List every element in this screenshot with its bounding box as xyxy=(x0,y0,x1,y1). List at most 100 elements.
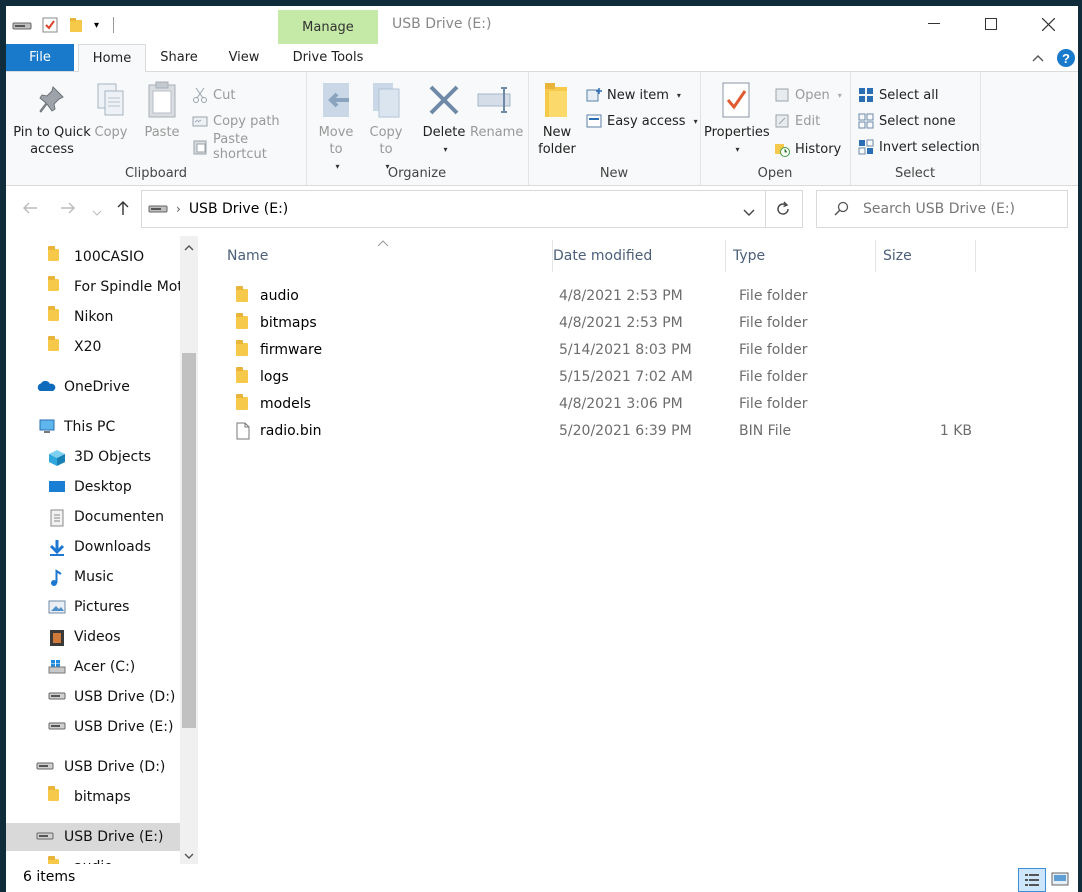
history-button[interactable]: History xyxy=(774,138,841,160)
file-name: bitmaps xyxy=(260,314,317,331)
pc-icon xyxy=(38,419,56,435)
status-bar: 6 items xyxy=(6,864,1078,892)
column-header-size[interactable]: Size xyxy=(876,240,976,272)
open-button[interactable]: Open ▾ xyxy=(774,84,842,106)
refresh-button[interactable] xyxy=(764,190,803,228)
nav-item-label: Pictures xyxy=(74,599,130,615)
file-row[interactable]: logs 5/15/2021 7:02 AM File folder xyxy=(226,363,976,390)
column-header-date[interactable]: Date modified xyxy=(546,240,726,272)
copy-path-button[interactable]: Copy path xyxy=(192,110,280,132)
close-button[interactable] xyxy=(1018,6,1078,42)
recent-locations-icon[interactable] xyxy=(92,202,102,221)
nav-item[interactable]: USB Drive (D:) xyxy=(6,683,180,711)
address-bar[interactable]: › USB Drive (E:) xyxy=(141,190,766,228)
delete-button[interactable]: Delete ▾ xyxy=(422,80,466,158)
pin-quick-access-button[interactable]: Pin to Quick access xyxy=(12,80,92,158)
select-none-button[interactable]: Select none xyxy=(858,110,956,132)
folder-icon xyxy=(236,336,248,363)
nav-item[interactable]: Videos xyxy=(6,623,180,651)
move-to-button[interactable]: Move to ▾ xyxy=(316,80,356,175)
nav-item[interactable]: Pictures xyxy=(6,593,180,621)
tab-file[interactable]: File xyxy=(6,44,74,71)
nav-item-label: Acer (C:) xyxy=(74,659,136,675)
cut-button[interactable]: Cut xyxy=(192,84,235,106)
search-icon xyxy=(834,201,849,216)
copy-button[interactable]: Copy xyxy=(90,80,132,141)
rename-button[interactable]: Rename xyxy=(470,80,523,141)
file-row[interactable]: radio.bin 5/20/2021 6:39 PM BIN File 1 K… xyxy=(226,417,976,444)
edit-button[interactable]: Edit xyxy=(774,110,820,132)
new-folder-button[interactable]: New folder xyxy=(536,80,578,158)
tab-drive-tools[interactable]: Drive Tools xyxy=(279,44,377,71)
tab-share[interactable]: Share xyxy=(151,44,207,71)
file-row[interactable]: models 4/8/2021 3:06 PM File folder xyxy=(226,390,976,417)
search-box[interactable]: Search USB Drive (E:) xyxy=(816,190,1068,228)
properties-qat-icon[interactable] xyxy=(42,17,58,33)
easy-access-button[interactable]: Easy access ▾ xyxy=(586,110,698,132)
maximize-button[interactable] xyxy=(961,6,1021,42)
properties-button[interactable]: Properties ▾ xyxy=(704,80,770,158)
scroll-down-icon[interactable] xyxy=(180,848,198,864)
nav-item[interactable]: audio xyxy=(6,853,180,864)
pin-label: Pin to Quick access xyxy=(13,125,91,157)
paste-shortcut-icon xyxy=(193,140,207,155)
back-arrow-icon[interactable] xyxy=(22,200,38,219)
nav-item-label: 3D Objects xyxy=(74,449,152,465)
new-folder-icon xyxy=(537,80,577,120)
drive-icon xyxy=(36,759,56,775)
new-folder-qat-icon[interactable] xyxy=(68,17,84,33)
nav-item[interactable]: Downloads xyxy=(6,533,180,561)
breadcrumb-chevron-icon[interactable]: › xyxy=(176,202,181,216)
breadcrumb-current[interactable]: USB Drive (E:) xyxy=(189,201,288,217)
nav-item[interactable]: Acer (C:) xyxy=(6,653,180,681)
drive-icon[interactable] xyxy=(12,18,32,32)
nav-item[interactable]: USB Drive (E:) xyxy=(6,713,180,741)
manage-context-tab[interactable]: Manage xyxy=(278,10,378,44)
file-row[interactable]: firmware 5/14/2021 8:03 PM File folder xyxy=(226,336,976,363)
nav-item[interactable]: For Spindle Moto xyxy=(6,273,180,301)
nav-item-onedrive[interactable]: OneDrive xyxy=(6,373,180,401)
new-item-button[interactable]: New item ▾ xyxy=(586,84,681,106)
details-view-button[interactable] xyxy=(1018,868,1046,892)
nav-item[interactable]: USB Drive (D:) xyxy=(6,753,180,781)
customize-qat-icon[interactable]: ▾ xyxy=(94,20,99,31)
minimize-button[interactable] xyxy=(904,6,964,42)
move-to-label: Move to xyxy=(318,125,354,157)
nav-item-this-pc[interactable]: This PC xyxy=(6,413,180,441)
nav-item-selected[interactable]: USB Drive (E:) xyxy=(6,823,180,851)
invert-selection-button[interactable]: Invert selection xyxy=(858,136,980,158)
nav-item[interactable]: bitmaps xyxy=(6,783,180,811)
help-icon[interactable]: ? xyxy=(1056,48,1076,68)
nav-item[interactable]: Desktop xyxy=(6,473,180,501)
quick-access-toolbar: ▾ xyxy=(12,14,115,36)
paste-button[interactable]: Paste xyxy=(140,80,184,141)
scroll-up-icon[interactable] xyxy=(180,240,198,256)
address-dropdown-icon[interactable] xyxy=(743,202,755,221)
nav-item[interactable]: Music xyxy=(6,563,180,591)
column-header-name[interactable]: Name xyxy=(220,240,553,272)
collapse-ribbon-icon[interactable] xyxy=(1032,48,1044,68)
file-size: 1 KB xyxy=(939,422,972,439)
tab-view[interactable]: View xyxy=(216,44,272,71)
file-row[interactable]: audio 4/8/2021 2:53 PM File folder xyxy=(226,282,976,309)
column-header-type[interactable]: Type xyxy=(726,240,876,272)
nav-scrollbar[interactable] xyxy=(180,236,198,864)
select-all-button[interactable]: Select all xyxy=(858,84,938,106)
copy-to-button[interactable]: Copy to ▾ xyxy=(366,80,406,175)
up-arrow-icon[interactable] xyxy=(116,200,130,220)
nav-item[interactable]: 100CASIO xyxy=(6,243,180,271)
paste-shortcut-button[interactable]: Paste shortcut xyxy=(192,132,306,162)
scissors-icon xyxy=(193,87,207,103)
nav-item-label: This PC xyxy=(64,419,116,435)
nav-item[interactable]: X20 xyxy=(6,333,180,361)
nav-item[interactable]: 3D Objects xyxy=(6,443,180,471)
file-row[interactable]: bitmaps 4/8/2021 2:53 PM File folder xyxy=(226,309,976,336)
tab-home[interactable]: Home xyxy=(78,44,146,73)
forward-arrow-icon[interactable] xyxy=(60,200,76,219)
nav-item[interactable]: Documenten xyxy=(6,503,180,531)
large-icons-view-button[interactable] xyxy=(1048,868,1072,890)
pin-icon xyxy=(32,80,72,120)
scroll-thumb[interactable] xyxy=(182,353,196,728)
file-date: 5/20/2021 6:39 PM xyxy=(559,422,692,439)
nav-item[interactable]: Nikon xyxy=(6,303,180,331)
